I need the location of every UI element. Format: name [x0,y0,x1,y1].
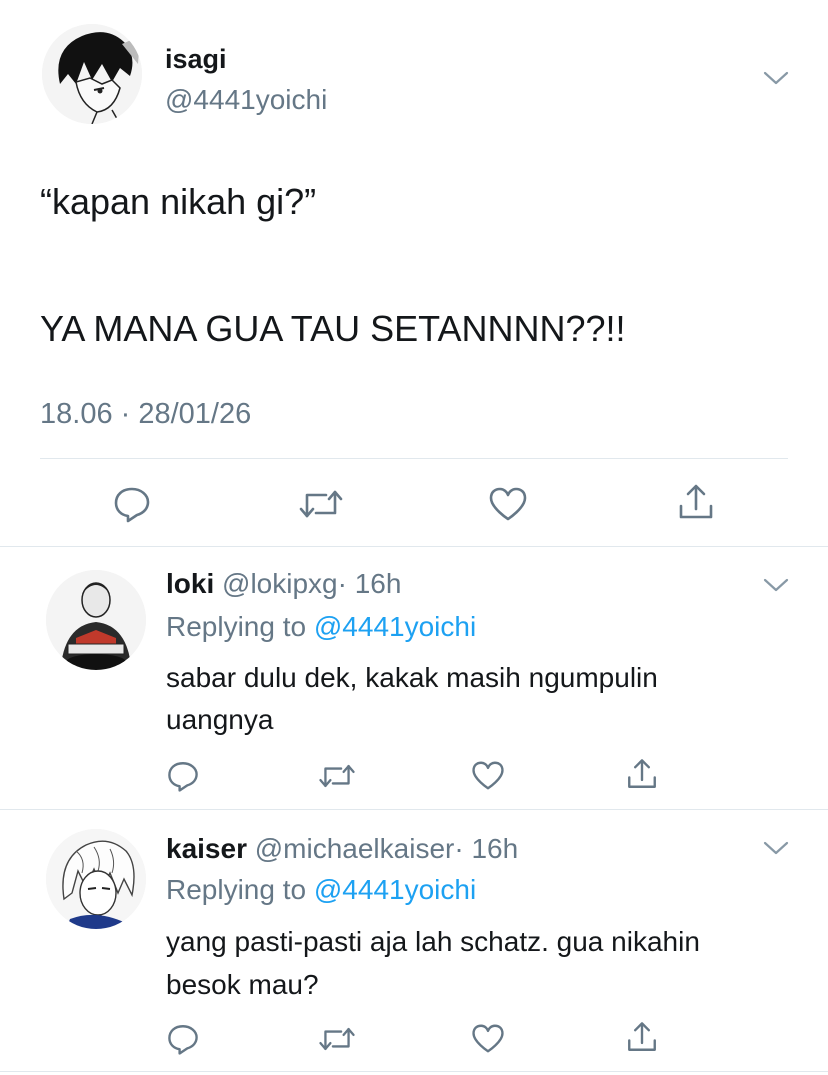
replying-to-handle[interactable]: @4441yoichi [314,874,476,905]
chevron-down-icon[interactable] [763,70,789,86]
reply-icon[interactable] [112,484,152,524]
reply-header: loki @lokipxg· 16h [166,566,401,602]
reply-time[interactable]: · 16h [454,833,518,864]
reply-text-line-2: uangnya [166,704,274,735]
reply-handle[interactable]: @michaelkaiser [255,833,455,864]
like-icon[interactable] [471,760,505,791]
replying-to-label: Replying to [166,611,307,642]
tweet-text-line-2: YA MANA GUA TAU SETANNNN??!! [40,308,626,349]
avatar-isagi-illustration [42,24,142,124]
retweet-icon[interactable] [318,761,356,791]
author-display-name[interactable]: isagi [165,42,227,76]
reply-text-line-2: besok mau? [166,969,319,1000]
divider [0,546,828,547]
avatar-kaiser[interactable] [46,829,146,929]
reply-display-name[interactable]: kaiser [166,833,247,864]
reply-header: kaiser @michaelkaiser· 16h [166,831,518,867]
avatar-loki[interactable] [46,570,146,670]
tweet-text-line-1: “kapan nikah gi?” [40,181,317,222]
avatar-kaiser-illustration [46,829,146,929]
reply-icon[interactable] [166,1022,200,1056]
author-handle[interactable]: @4441yoichi [165,83,327,117]
retweet-icon[interactable] [318,1024,356,1054]
reply-display-name[interactable]: loki [166,568,214,599]
divider [40,458,788,459]
divider [0,1071,828,1072]
like-icon[interactable] [488,486,528,522]
share-icon[interactable] [625,757,659,791]
divider [0,809,828,810]
chevron-down-icon[interactable] [763,840,789,856]
chevron-down-icon[interactable] [763,577,789,593]
share-icon[interactable] [676,482,716,522]
reply-text-line-1: yang pasti-pasti aja lah schatz. gua nik… [166,926,700,957]
like-icon[interactable] [471,1023,505,1054]
replying-to-label: Replying to [166,874,307,905]
share-icon[interactable] [625,1020,659,1054]
retweet-icon[interactable] [298,486,344,522]
reply-icon[interactable] [166,759,200,793]
reply-time[interactable]: · 16h [338,568,402,599]
avatar-loki-illustration [46,570,146,670]
tweet-timestamp[interactable]: 18.06 · 28/01/26 [40,396,251,432]
replying-to-handle[interactable]: @4441yoichi [314,611,476,642]
avatar-isagi[interactable] [42,24,142,124]
replying-to: Replying to @4441yoichi [166,872,476,908]
reply-text-line-1: sabar dulu dek, kakak masih ngumpulin [166,662,658,693]
reply-handle[interactable]: @lokipxg [222,568,338,599]
replying-to: Replying to @4441yoichi [166,609,476,645]
